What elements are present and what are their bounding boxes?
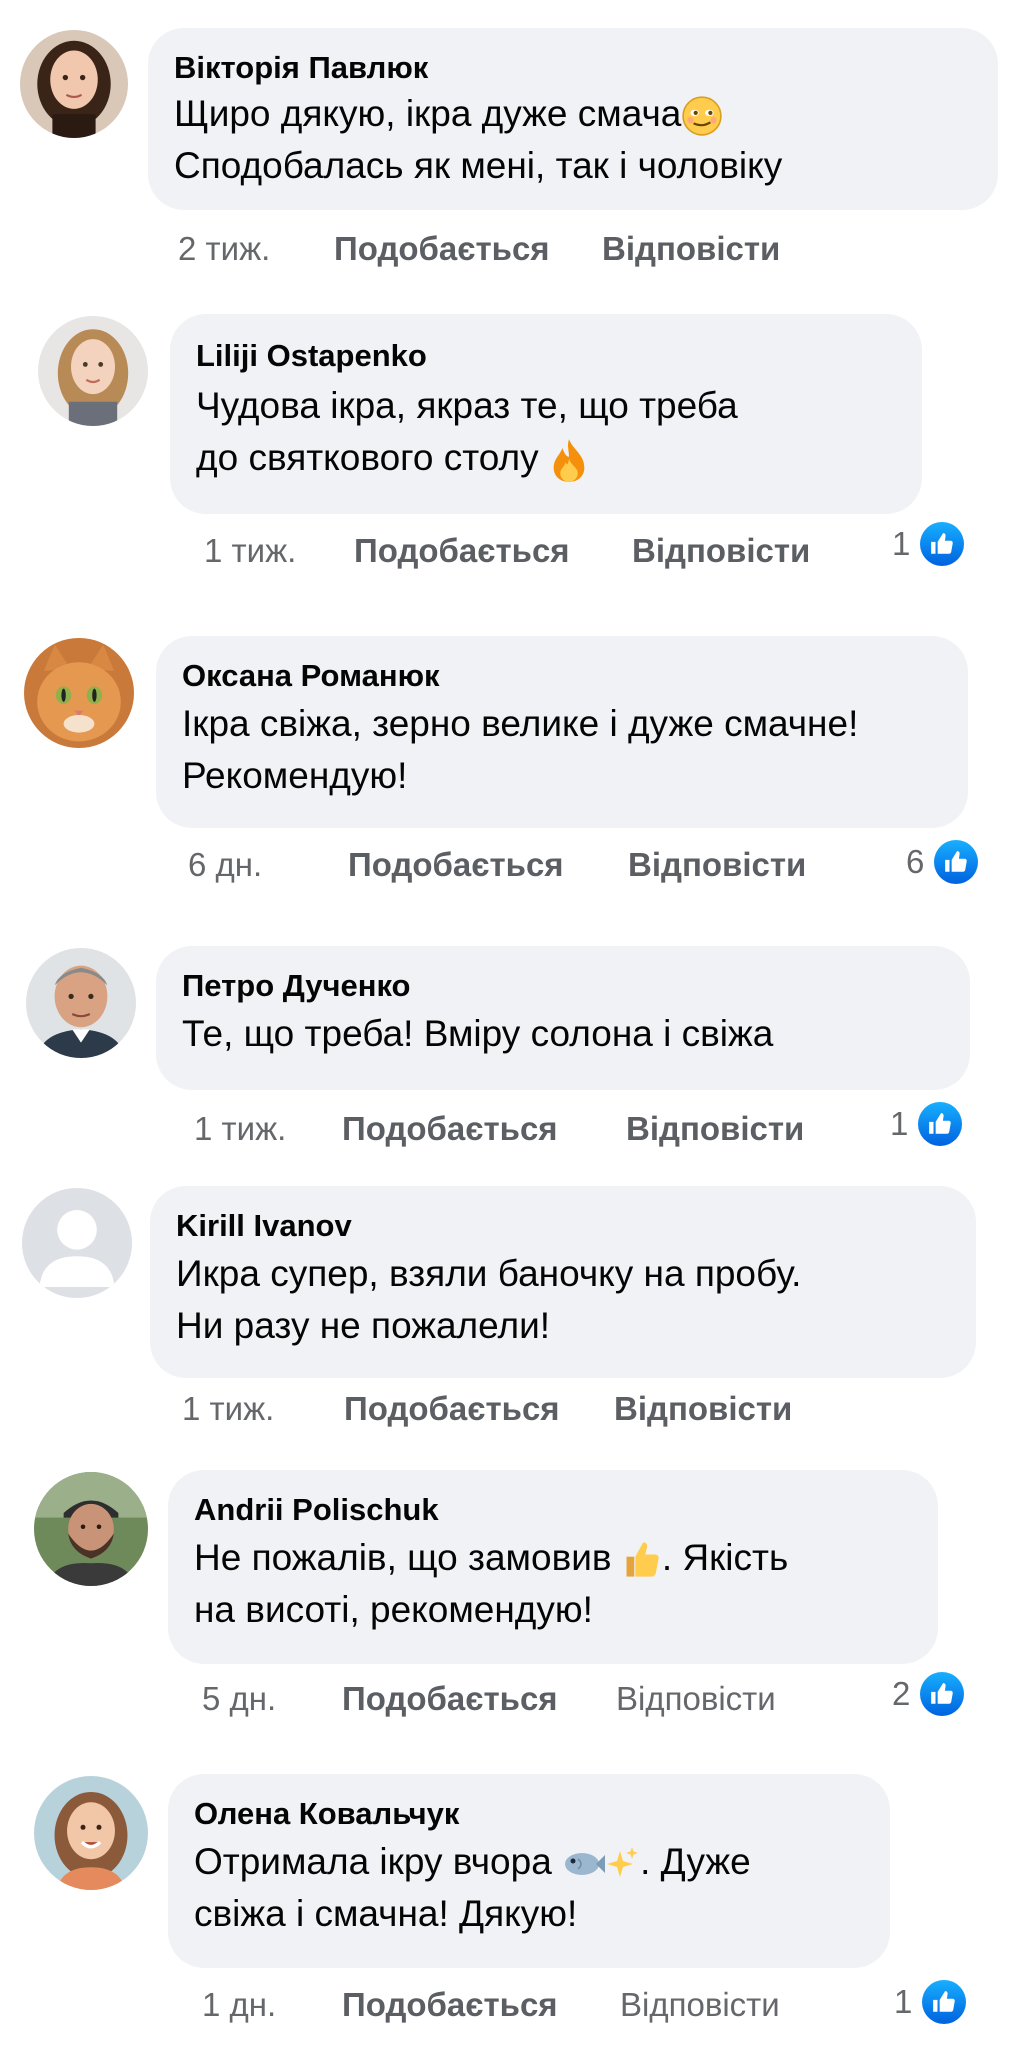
reply-button[interactable]: Відповісти xyxy=(632,532,810,570)
woman-blonde-avatar-icon xyxy=(38,316,148,426)
reply-button[interactable]: Відповісти xyxy=(620,1986,780,2024)
comment-author[interactable]: Вікторія Павлюк xyxy=(174,48,972,88)
comment-timestamp[interactable]: 5 дн. xyxy=(202,1680,276,1718)
reaction-count[interactable]: 1 xyxy=(894,1980,967,2024)
reply-button[interactable]: Відповісти xyxy=(626,1110,804,1148)
comment-bubble: Петро Дученко Те, що треба! Вміру солона… xyxy=(156,946,970,1090)
comment-bubble: Вікторія Павлюк Щиро дякую, ікра дуже см… xyxy=(148,28,998,210)
bearded-man-cap-avatar-icon xyxy=(34,1472,148,1586)
comment-timestamp[interactable]: 1 тиж. xyxy=(194,1110,286,1148)
avatar[interactable] xyxy=(38,316,148,426)
reaction-number: 1 xyxy=(892,525,911,562)
comment-bubble: Оксана Романюк Ікра свіжа, зерно велике … xyxy=(156,636,968,828)
reaction-count[interactable]: 1 xyxy=(890,1102,963,1146)
comment-bubble: Andrii Polischuk Не пожалів, що замовив … xyxy=(168,1470,938,1664)
thumbs-up-emoji-icon xyxy=(622,1539,662,1581)
like-button[interactable]: Подобається xyxy=(344,1390,560,1428)
comment-bubble: Kirill Ivanov Икра супер, взяли баночку … xyxy=(150,1186,976,1378)
comment-text: Отримала ікру вчора . Дуже свіжа і смачна… xyxy=(194,1841,751,1934)
like-reaction-icon xyxy=(918,1102,963,1146)
like-button[interactable]: Подобається xyxy=(354,532,570,570)
like-reaction-icon xyxy=(920,1672,965,1716)
comment-author[interactable]: Оксана Романюк xyxy=(182,656,942,696)
comment-author[interactable]: Олена Ковальчук xyxy=(194,1794,864,1834)
avatar[interactable] xyxy=(20,30,128,138)
reaction-number: 1 xyxy=(890,1105,909,1142)
reaction-number: 1 xyxy=(894,1983,913,2020)
comment-bubble: Liliji Ostapenko Чудова ікра, якраз те, … xyxy=(170,314,922,514)
comment-bubble: Олена Ковальчук Отримала ікру вчора . Ду… xyxy=(168,1774,890,1968)
comment-author[interactable]: Петро Дученко xyxy=(182,966,944,1006)
default-user-avatar-icon xyxy=(22,1188,132,1298)
woman-dark-hair-avatar-icon xyxy=(20,30,128,138)
comment-timestamp[interactable]: 1 тиж. xyxy=(182,1390,274,1428)
reaction-number: 6 xyxy=(906,843,925,880)
comment-author[interactable]: Liliji Ostapenko xyxy=(196,336,896,376)
reaction-count[interactable]: 1 xyxy=(892,522,965,566)
reaction-count[interactable]: 6 xyxy=(906,840,979,884)
smiling-woman-avatar-icon xyxy=(34,1776,148,1890)
comment-text: Те, що треба! Вміру солона і свіжа xyxy=(182,1013,774,1054)
like-reaction-icon xyxy=(920,522,965,566)
like-button[interactable]: Подобається xyxy=(342,1680,558,1718)
comment-meta: 2 тиж. Подобається Відповісти xyxy=(178,230,878,270)
older-man-avatar-icon xyxy=(26,948,136,1058)
fire-emoji-icon xyxy=(549,437,589,483)
comment-timestamp[interactable]: 2 тиж. xyxy=(178,230,270,268)
comment-meta: 1 дн. Подобається Відповісти xyxy=(202,1986,842,2026)
comment-timestamp[interactable]: 6 дн. xyxy=(188,846,262,884)
comment-meta: 5 дн. Подобається Відповісти xyxy=(202,1680,842,1720)
like-button[interactable]: Подобається xyxy=(348,846,564,884)
reaction-count[interactable]: 2 xyxy=(892,1672,965,1716)
comment-meta: 6 дн. Подобається Відповісти xyxy=(188,846,848,886)
comment-author[interactable]: Andrii Polischuk xyxy=(194,1490,912,1530)
reply-button[interactable]: Відповісти xyxy=(616,1680,776,1718)
comment-meta: 1 тиж. Подобається Відповісти xyxy=(182,1390,842,1430)
sparkles-emoji-icon xyxy=(606,1845,640,1883)
avatar[interactable] xyxy=(34,1776,148,1890)
like-button[interactable]: Подобається xyxy=(342,1986,558,2024)
reaction-number: 2 xyxy=(892,1675,911,1712)
comment-text: Чудова ікра, якраз те, що треба до святко… xyxy=(196,380,896,484)
orange-cat-avatar-icon xyxy=(24,638,134,748)
comment-text: Икра супер, взяли баночку на пробу. Ни ра… xyxy=(176,1253,802,1346)
avatar[interactable] xyxy=(24,638,134,748)
comment-text: Не пожалів, що замовив . Якість на висоті… xyxy=(194,1537,789,1630)
comment-timestamp[interactable]: 1 дн. xyxy=(202,1986,276,2024)
avatar[interactable] xyxy=(26,948,136,1058)
like-button[interactable]: Подобається xyxy=(334,230,550,268)
reply-button[interactable]: Відповісти xyxy=(614,1390,792,1428)
comment-text: Щиро дякую, ікра дуже смача Сподобалась я… xyxy=(174,93,783,186)
fish-emoji-icon xyxy=(562,1845,606,1883)
comment-text: Ікра свіжа, зерно велике і дуже смачне! Р… xyxy=(182,703,859,796)
avatar[interactable] xyxy=(34,1472,148,1586)
comment-timestamp[interactable]: 1 тиж. xyxy=(204,532,296,570)
reply-button[interactable]: Відповісти xyxy=(628,846,806,884)
comment-meta: 1 тиж. Подобається Відповісти xyxy=(194,1110,854,1150)
comment-author[interactable]: Kirill Ivanov xyxy=(176,1206,950,1246)
smiling-face-emoji-icon xyxy=(681,95,723,137)
comment-meta: 1 тиж. Подобається Відповісти xyxy=(204,532,844,572)
reply-button[interactable]: Відповісти xyxy=(602,230,780,268)
like-button[interactable]: Подобається xyxy=(342,1110,558,1148)
avatar[interactable] xyxy=(22,1188,132,1298)
like-reaction-icon xyxy=(934,840,979,884)
like-reaction-icon xyxy=(922,1980,967,2024)
